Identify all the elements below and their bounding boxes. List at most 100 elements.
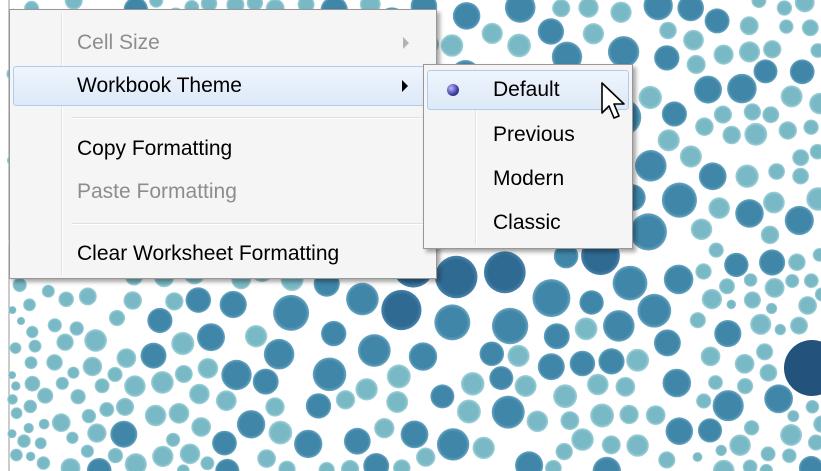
- bubble-mark: [24, 356, 38, 370]
- bubble-mark: [147, 307, 173, 334]
- bubble-mark: [756, 343, 774, 361]
- bubble-mark: [792, 149, 810, 167]
- bubble-mark: [41, 284, 55, 298]
- bubble-mark: [115, 397, 135, 416]
- bubble-mark: [750, 313, 772, 335]
- bubble-mark: [788, 253, 806, 271]
- theme-option-default[interactable]: Default: [427, 70, 629, 110]
- bubble-mark: [537, 353, 565, 381]
- bubble-mark: [598, 348, 625, 375]
- bubble-mark: [23, 422, 34, 434]
- bubble-mark: [12, 277, 27, 293]
- bubble-mark: [601, 435, 621, 455]
- bubble-mark: [55, 376, 69, 390]
- bubble-mark: [94, 378, 110, 394]
- bubble-mark: [514, 375, 537, 397]
- theme-option-classic[interactable]: Classic: [427, 203, 629, 243]
- bubble-mark: [587, 373, 609, 396]
- bubble-mark: [26, 325, 39, 339]
- bubble-mark: [346, 282, 379, 316]
- bubble-mark: [701, 288, 723, 310]
- bubble-mark: [592, 456, 621, 471]
- bubble-mark: [785, 274, 800, 288]
- bubble-mark: [759, 363, 778, 382]
- bubble-mark: [698, 162, 727, 191]
- bubble-mark: [67, 366, 80, 379]
- bubble-mark: [712, 390, 744, 422]
- bubble-mark: [56, 333, 74, 351]
- bubble-mark: [171, 331, 195, 356]
- bubble-mark: [221, 359, 252, 391]
- bubble-mark: [25, 451, 36, 462]
- bubble-mark: [80, 444, 94, 458]
- bubble-mark: [692, 452, 703, 462]
- bubble-mark: [179, 443, 201, 465]
- bubble-mark: [408, 342, 438, 371]
- bubble-mark: [34, 437, 47, 450]
- bubble-mark: [37, 387, 54, 404]
- bubble-mark: [430, 384, 455, 409]
- theme-option-previous[interactable]: Previous: [427, 115, 629, 155]
- bubble-mark: [708, 375, 723, 390]
- menu-item-workbook-theme[interactable]: Workbook Theme: [13, 66, 433, 106]
- bubble-mark: [659, 21, 677, 40]
- bubble-mark: [355, 378, 378, 401]
- bubble-mark: [38, 418, 50, 430]
- bubble-mark: [340, 459, 360, 471]
- bubble-mark: [712, 459, 735, 471]
- radio-selected-icon: [447, 84, 459, 96]
- bubble-mark: [807, 434, 821, 451]
- bubble-mark: [697, 418, 723, 443]
- bubble-mark: [695, 263, 712, 280]
- bubble-mark: [658, 451, 676, 469]
- bubble-mark: [760, 446, 776, 462]
- bubble-mark: [574, 317, 598, 341]
- bubble-mark: [560, 411, 580, 431]
- bubble-mark: [742, 459, 758, 471]
- bubble-mark: [107, 366, 123, 383]
- bubble-mark: [812, 248, 821, 262]
- bubble-mark: [662, 368, 692, 398]
- bubble-mark: [81, 408, 97, 424]
- bubble-mark: [108, 309, 126, 327]
- bubble-mark: [768, 163, 785, 180]
- bubble-mark: [677, 0, 704, 22]
- bubble-mark: [694, 75, 722, 104]
- bubble-mark: [635, 150, 667, 182]
- bubble-mark: [643, 0, 673, 21]
- bubble-mark: [695, 117, 714, 136]
- bubble-mark: [704, 8, 730, 34]
- bubble-mark: [197, 323, 225, 352]
- bubble-mark: [610, 1, 632, 23]
- bubble-mark: [273, 294, 310, 331]
- bubble-mark: [615, 376, 636, 397]
- bubble-mark: [78, 287, 97, 306]
- bubble-mark: [813, 415, 821, 433]
- bubble-mark: [738, 41, 761, 63]
- bubble-mark: [515, 451, 544, 471]
- theme-option-modern[interactable]: Modern: [427, 159, 629, 199]
- bubble-mark: [110, 420, 138, 448]
- bubble-mark: [784, 205, 814, 236]
- bubble-mark: [686, 54, 706, 75]
- bubble-mark: [8, 371, 17, 380]
- bubble-mark: [434, 304, 471, 341]
- menu-item-clear-worksheet-formatting[interactable]: Clear Worksheet Formatting: [13, 234, 433, 274]
- theme-option-default-label: Default: [493, 78, 560, 101]
- bubble-mark: [66, 431, 79, 444]
- bubble-mark: [452, 2, 481, 30]
- bubble-mark: [571, 428, 594, 451]
- bubble-mark: [803, 119, 819, 135]
- bubble-mark: [645, 405, 666, 425]
- bubble-mark: [116, 348, 137, 368]
- bubble-mark: [16, 316, 26, 326]
- bubble-mark: [545, 459, 562, 471]
- menu-item-cell-size[interactable]: Cell Size: [13, 23, 433, 63]
- menu-item-paste-formatting[interactable]: Paste Formatting: [13, 172, 433, 212]
- bubble-mark: [582, 23, 605, 45]
- bubble-mark: [743, 273, 758, 287]
- bubble-mark: [87, 423, 107, 443]
- menu-separator: [72, 223, 430, 225]
- menu-item-copy-formatting[interactable]: Copy Formatting: [13, 129, 433, 169]
- bubble-mark: [357, 334, 391, 367]
